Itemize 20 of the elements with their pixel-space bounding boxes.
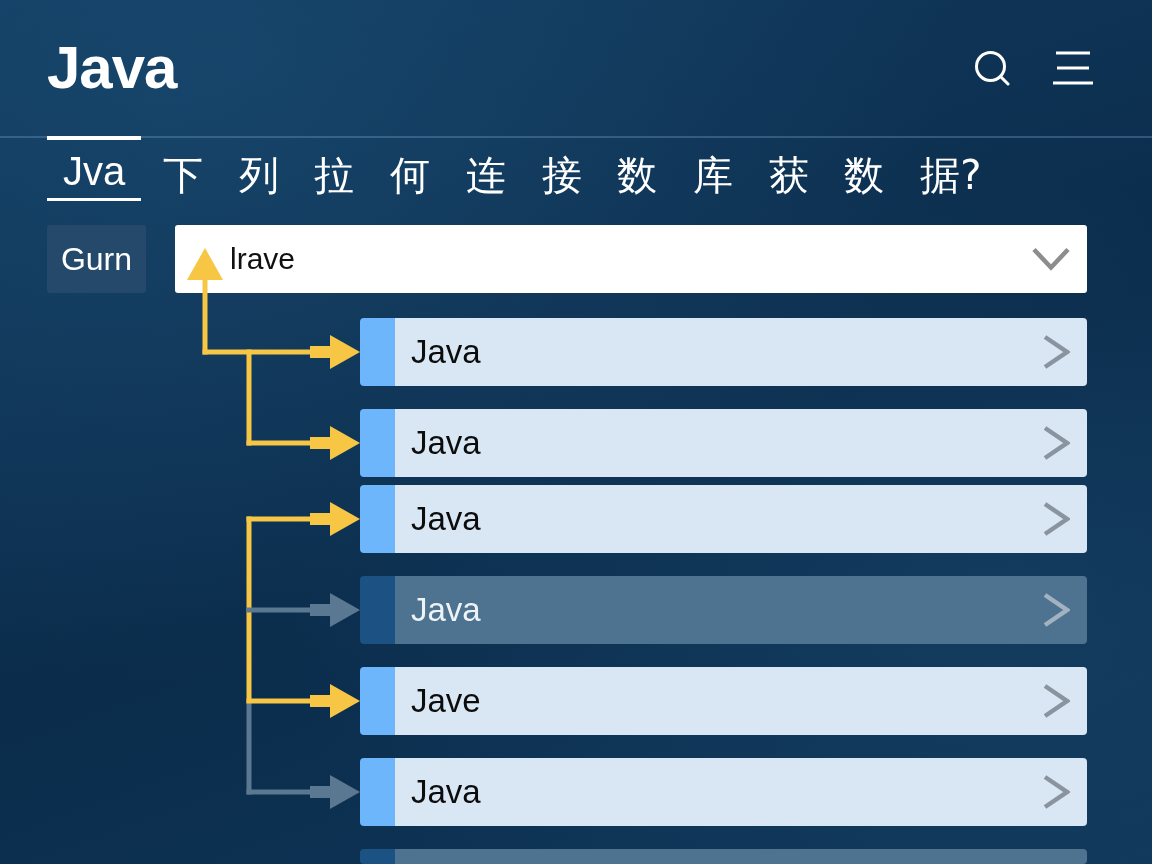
chevron-right-icon [1043,502,1070,536]
chevron-right-icon [1043,775,1070,809]
list-option[interactable]: Java [360,485,1087,553]
chevron-down-icon [1032,247,1070,271]
chevron-right-icon [1043,335,1070,369]
list-option[interactable]: Jave [360,667,1087,735]
logo: Java [47,38,177,98]
chevron-right-icon [1043,426,1070,460]
question-text: 下 列 拉 何 连 接 数 库 获 数 据? [163,151,982,200]
list-option[interactable]: Java [360,409,1087,477]
list-option[interactable]: Java [360,758,1087,826]
list-option[interactable]: Java [360,576,1087,644]
chevron-right-icon [1043,593,1070,627]
tab[interactable]: Jva [47,136,141,201]
menu-icon[interactable] [1053,51,1093,85]
dropdown-field[interactable]: lrave [175,225,1087,293]
chevron-right-icon [1043,684,1070,718]
field-label: Gurn [47,225,146,293]
list-option[interactable]: Java [360,318,1087,386]
search-icon[interactable] [974,50,1010,86]
